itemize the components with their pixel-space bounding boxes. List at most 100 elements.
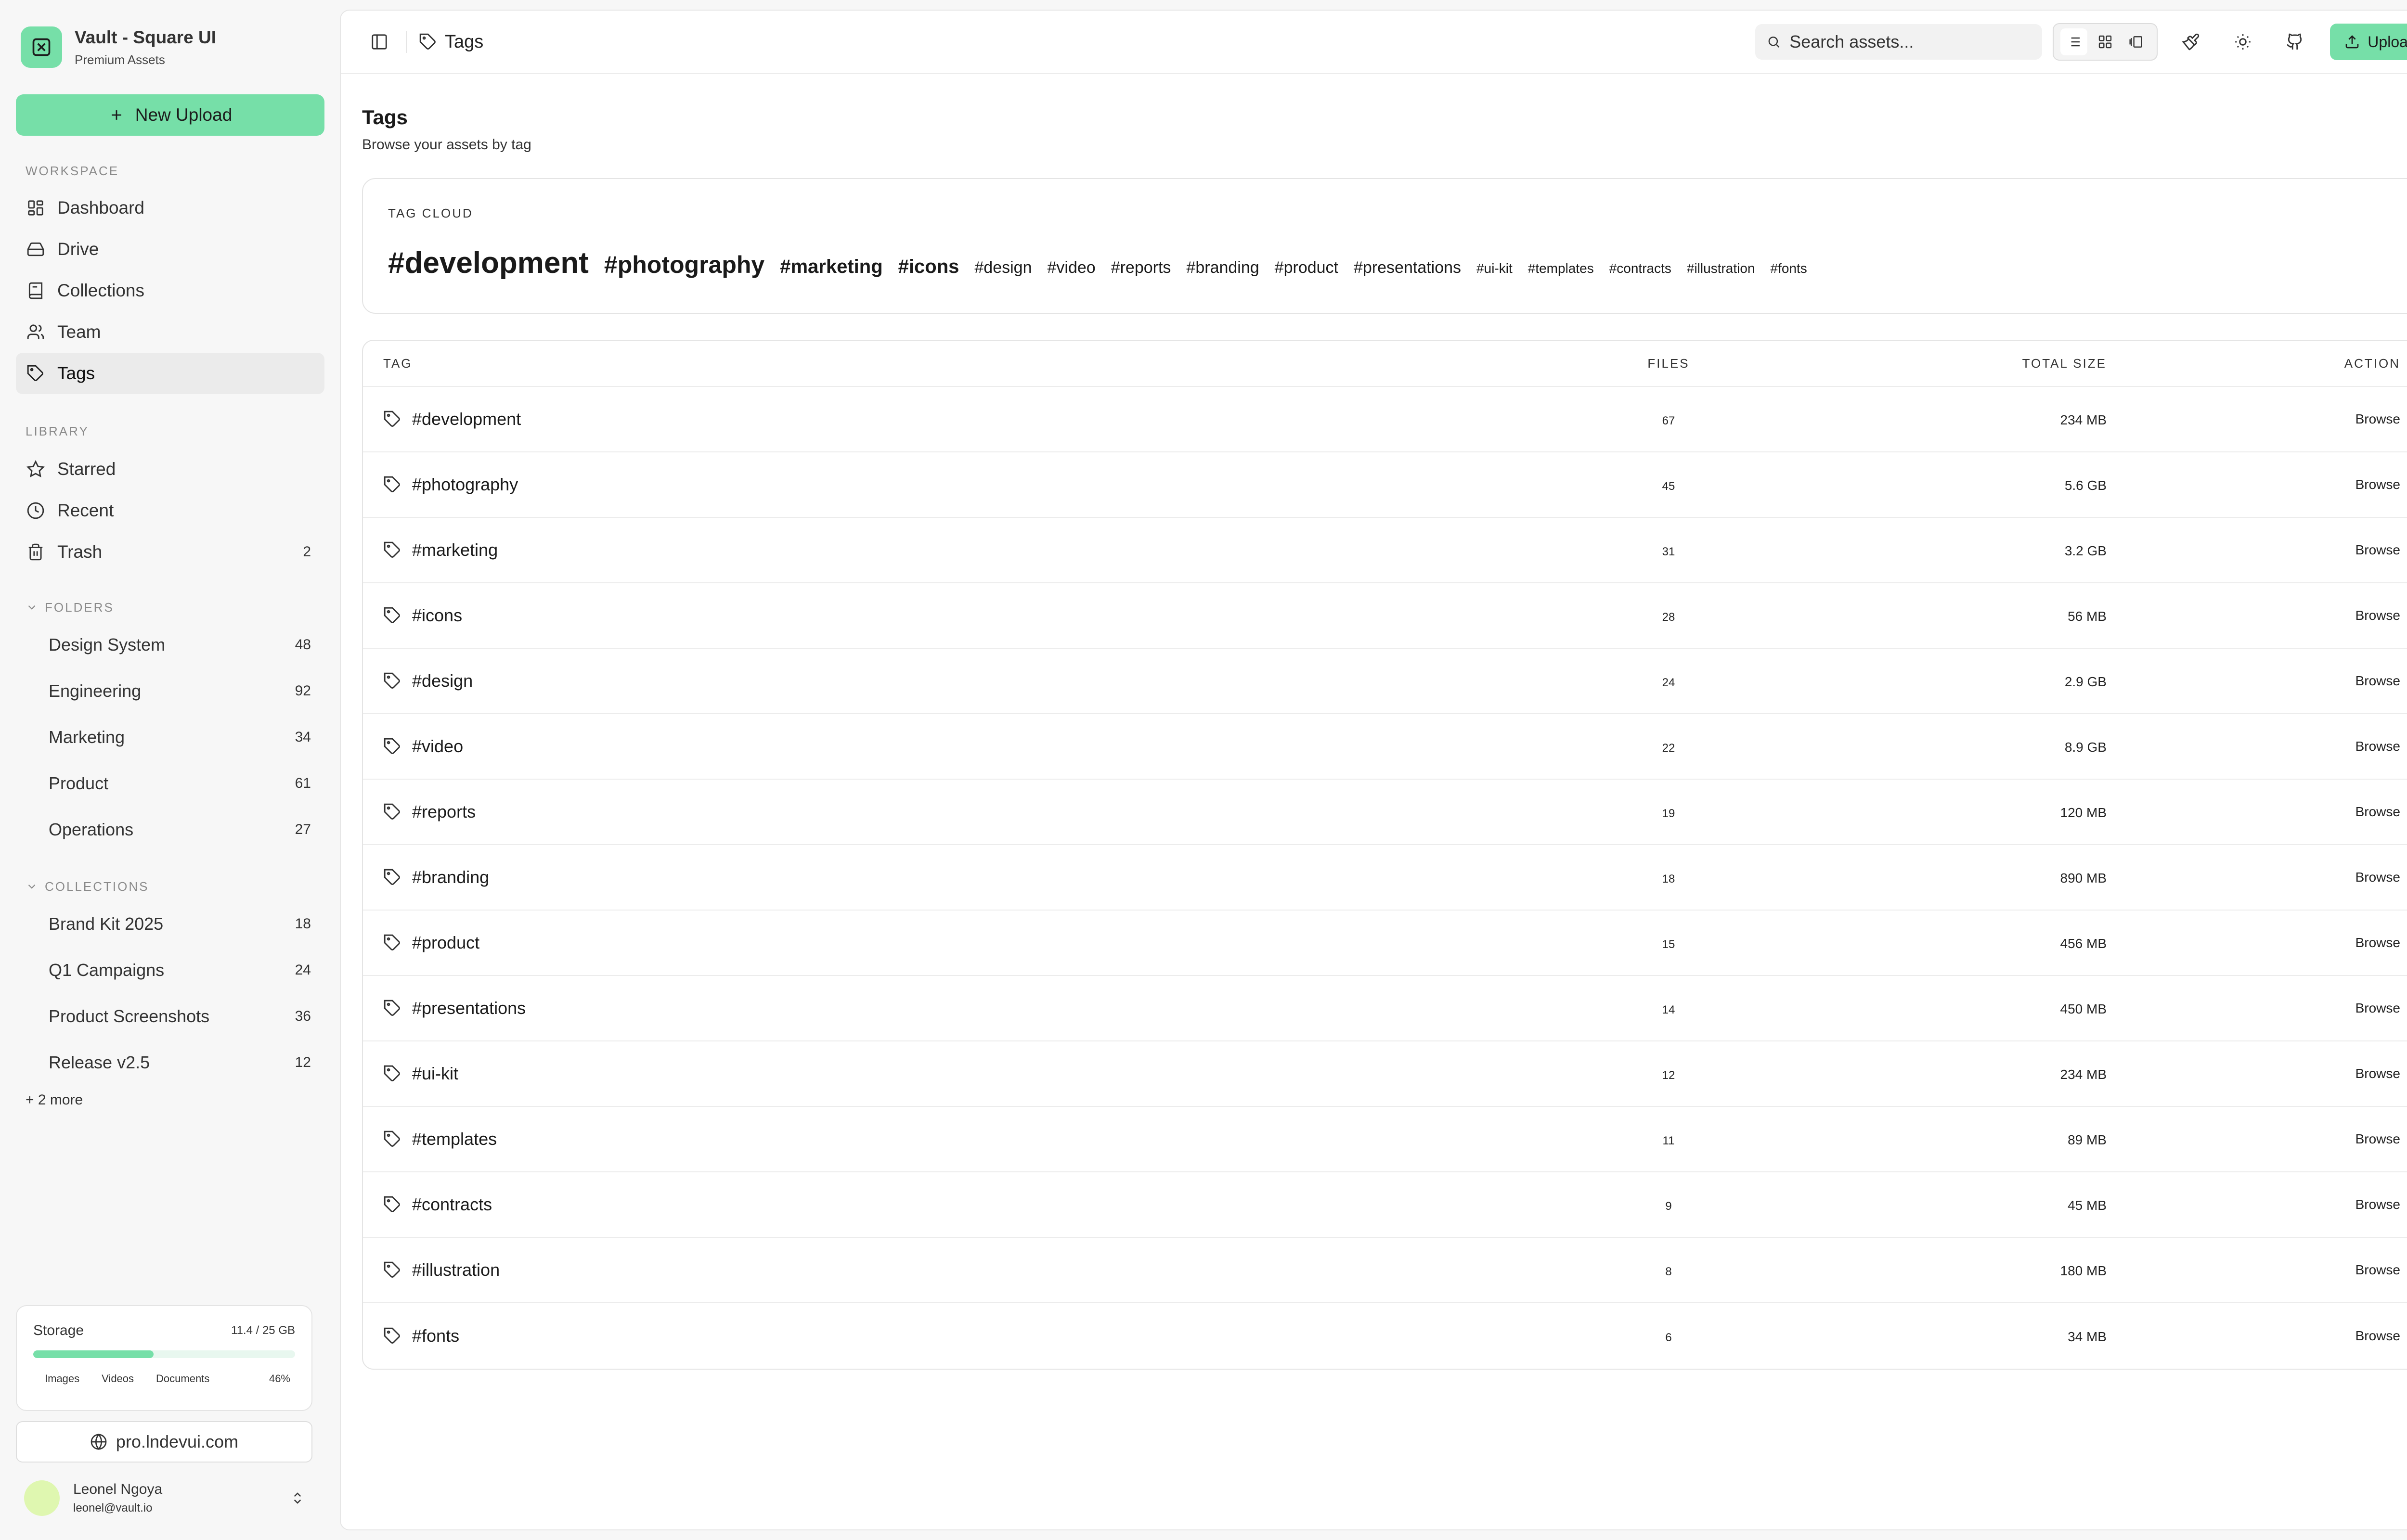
table-row[interactable]: #photography 45 5.6 GB Browse [363, 452, 2407, 518]
browse-link[interactable]: Browse [2355, 1066, 2400, 1081]
header-total-size[interactable]: TOTAL SIZE [1885, 356, 2107, 371]
sidebar-item-team[interactable]: Team [16, 311, 324, 353]
breadcrumb-current: Tags [445, 31, 484, 52]
tag-cloud-item[interactable]: #illustration [1687, 261, 1755, 276]
theme-toggle-button[interactable] [2224, 23, 2262, 61]
table-row[interactable]: #video 22 8.9 GB Browse [363, 714, 2407, 780]
total-size: 3.2 GB [2064, 543, 2107, 558]
folders-group-toggle[interactable]: FOLDERS [16, 593, 324, 622]
table-row[interactable]: #branding 18 890 MB Browse [363, 845, 2407, 911]
table-row[interactable]: #fonts 6 34 MB Browse [363, 1303, 2407, 1369]
browse-link[interactable]: Browse [2355, 804, 2400, 819]
browse-link[interactable]: Browse [2355, 1197, 2400, 1212]
tag-cloud-item[interactable]: #presentations [1354, 258, 1461, 277]
tag-cloud-item[interactable]: #development [388, 246, 589, 280]
browse-link[interactable]: Browse [2355, 1328, 2400, 1343]
table-row[interactable]: #development 67 234 MB Browse [363, 387, 2407, 452]
more-collections-link[interactable]: + 2 more [16, 1086, 324, 1115]
sidebar-item-trash[interactable]: Trash 2 [16, 531, 324, 573]
tag-cloud-item[interactable]: #branding [1186, 258, 1259, 277]
browse-link[interactable]: Browse [2355, 542, 2400, 557]
tag-cloud-item[interactable]: #video [1047, 258, 1095, 277]
browse-link[interactable]: Browse [2355, 608, 2400, 623]
collection-item-q1-campaigns[interactable]: Q1 Campaigns 24 [16, 947, 324, 993]
user-menu[interactable]: Leonel Ngoya leonel@vault.io [24, 1476, 312, 1520]
tag-cloud-item[interactable]: #icons [898, 256, 959, 278]
browse-link[interactable]: Browse [2355, 1001, 2400, 1015]
table-row[interactable]: #design 24 2.9 GB Browse [363, 649, 2407, 714]
tag-cell: #contracts [383, 1194, 1452, 1215]
gallery-view-button[interactable] [2123, 28, 2150, 55]
total-size: 8.9 GB [2064, 740, 2107, 755]
tag-name: #presentations [412, 998, 526, 1018]
browse-link[interactable]: Browse [2355, 739, 2400, 754]
site-link-label: pro.lndevui.com [116, 1432, 239, 1451]
table-row[interactable]: #ui-kit 12 234 MB Browse [363, 1041, 2407, 1107]
sidebar-item-drive[interactable]: Drive [16, 229, 324, 270]
new-upload-button[interactable]: New Upload [16, 94, 324, 136]
search-input[interactable] [1789, 32, 2031, 52]
total-size: 450 MB [2060, 1001, 2107, 1016]
list-view-button[interactable] [2060, 28, 2088, 55]
files-count: 11 [1662, 1134, 1675, 1147]
table-row[interactable]: #icons 28 56 MB Browse [363, 583, 2407, 649]
header-tag[interactable]: TAG [383, 356, 1452, 371]
github-button[interactable] [2276, 23, 2314, 61]
browse-link[interactable]: Browse [2355, 1262, 2400, 1277]
tag-cell: #illustration [383, 1260, 1452, 1280]
browse-link[interactable]: Browse [2355, 673, 2400, 688]
sidebar-item-dashboard[interactable]: Dashboard [16, 187, 324, 229]
folder-item-marketing[interactable]: Marketing 34 [16, 714, 324, 760]
tag-cloud-item[interactable]: #templates [1528, 261, 1594, 276]
globe-icon [91, 1433, 107, 1450]
collections-group-toggle[interactable]: COLLECTIONS [16, 872, 324, 901]
sidebar-item-starred[interactable]: Starred [16, 449, 324, 490]
browse-link[interactable]: Browse [2355, 477, 2400, 492]
tag-cloud-item[interactable]: #design [974, 258, 1032, 277]
collection-item-release[interactable]: Release v2.5 12 [16, 1040, 324, 1086]
sun-icon [2235, 34, 2251, 50]
toggle-sidebar-button[interactable] [366, 28, 393, 55]
search-box[interactable] [1755, 24, 2042, 60]
tag-cloud-item[interactable]: #fonts [1771, 261, 1807, 276]
legend-videos: Videos [102, 1373, 134, 1385]
table-row[interactable]: #reports 19 120 MB Browse [363, 780, 2407, 845]
sidebar-item-recent[interactable]: Recent [16, 490, 324, 531]
upload-button[interactable]: Upload [2330, 24, 2407, 60]
table-row[interactable]: #marketing 31 3.2 GB Browse [363, 518, 2407, 583]
sidebar-item-tags[interactable]: Tags [16, 353, 324, 394]
table-row[interactable]: #illustration 8 180 MB Browse [363, 1238, 2407, 1303]
table-row[interactable]: #presentations 14 450 MB Browse [363, 976, 2407, 1041]
folder-item-product[interactable]: Product 61 [16, 760, 324, 807]
browse-link[interactable]: Browse [2355, 870, 2400, 885]
tag-cloud-item[interactable]: #product [1275, 258, 1338, 277]
theme-brush-button[interactable] [2172, 23, 2210, 61]
brand[interactable]: Vault - Square UI Premium Assets [16, 0, 324, 94]
grid-view-button[interactable] [2092, 28, 2119, 55]
browse-link[interactable]: Browse [2355, 1131, 2400, 1146]
collection-label: Product Screenshots [49, 1006, 210, 1026]
tag-name: #reports [412, 802, 476, 821]
site-link[interactable]: pro.lndevui.com [16, 1421, 312, 1463]
browse-link[interactable]: Browse [2355, 411, 2400, 426]
tag-cloud-item[interactable]: #reports [1111, 258, 1171, 277]
tag-cloud-item[interactable]: #photography [604, 251, 764, 279]
table-row[interactable]: #contracts 9 45 MB Browse [363, 1172, 2407, 1238]
page-title: Tags [362, 106, 408, 128]
sidebar-item-collections[interactable]: Collections [16, 270, 324, 311]
tag-cloud-item[interactable]: #marketing [780, 256, 882, 278]
tag-cloud-item[interactable]: #ui-kit [1476, 261, 1513, 276]
tag-icon [383, 1327, 401, 1345]
table-row[interactable]: #templates 11 89 MB Browse [363, 1107, 2407, 1172]
collection-item-product-screenshots[interactable]: Product Screenshots 36 [16, 993, 324, 1040]
tag-cell: #icons [383, 605, 1452, 626]
folder-item-operations[interactable]: Operations 27 [16, 807, 324, 853]
folder-item-design-system[interactable]: Design System 48 [16, 622, 324, 668]
tag-cloud-item[interactable]: #contracts [1609, 261, 1671, 276]
table-row[interactable]: #product 15 456 MB Browse [363, 911, 2407, 976]
header-files[interactable]: FILES [1452, 356, 1885, 371]
browse-link[interactable]: Browse [2355, 935, 2400, 950]
collection-item-brand-kit[interactable]: Brand Kit 2025 18 [16, 901, 324, 947]
tag-name: #branding [412, 867, 490, 887]
folder-item-engineering[interactable]: Engineering 92 [16, 668, 324, 714]
